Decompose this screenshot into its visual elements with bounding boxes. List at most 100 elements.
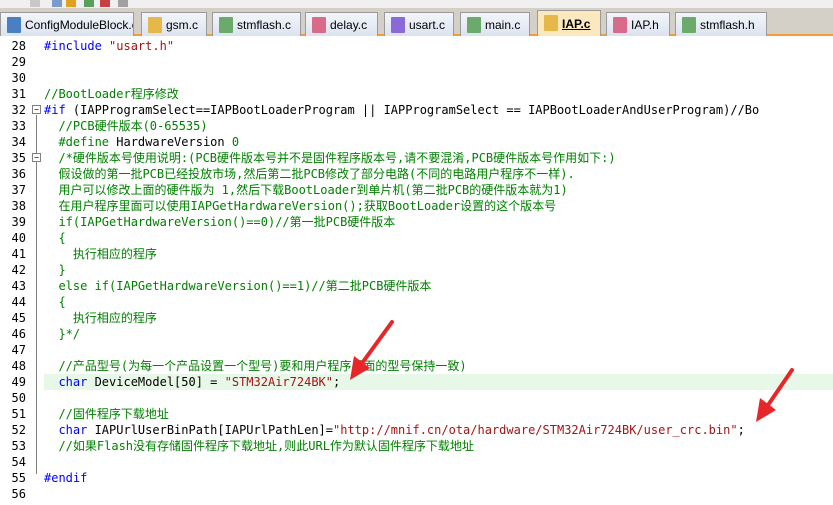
c-file-icon (391, 17, 405, 33)
code-editor[interactable]: #include "usart.h" //BootLoader程序修改 #if … (44, 38, 833, 505)
tab-configmoduleblock-c[interactable]: ConfigModuleBlock.c (0, 12, 134, 36)
h-file-icon (613, 17, 627, 33)
code-line-current: char DeviceModel[50] = "STM32Air724BK"; (44, 374, 833, 390)
line-number: 42 (11, 263, 26, 277)
comment-token: if(IAPGetHardwareVersion()==0)//第一批PCB硬件… (44, 215, 396, 229)
file-tab-bar: ConfigModuleBlock.c gsm.c stmflash.c del… (0, 8, 833, 36)
code-line: } (44, 262, 833, 278)
comment-token: //产品型号(为每一个产品设置一个型号)要和用户程序里面的型号保持一致) (44, 359, 467, 373)
comment-token: //如果Flash没有存储固件程序下载地址,则此URL作为默认固件程序下载地址 (44, 439, 474, 453)
line-number: 29 (11, 55, 26, 69)
comment-token: 执行相应的程序 (44, 311, 157, 325)
toolbar-button-icon[interactable] (30, 0, 40, 7)
comment-token: //PCB硬件版本(0-65535) (44, 119, 208, 133)
code-line: //PCB硬件版本(0-65535) (44, 118, 833, 134)
tab-stmflash-h[interactable]: stmflash.h (675, 12, 767, 36)
toolbar-button-icon[interactable] (100, 0, 110, 7)
comment-token: 假设做的第一批PCB已经投放市场,然后第二批PCB修改了部分电路(不同的电路用户… (44, 167, 575, 181)
code-line: 在用户程序里面可以使用IAPGetHardwareVersion();获取Boo… (44, 198, 833, 214)
comment-token: //固件程序下载地址 (44, 407, 169, 421)
tab-label: IAP.h (631, 17, 659, 32)
code-line: #if (IAPProgramSelect==IAPBootLoaderProg… (44, 102, 833, 118)
line-number: 34 (11, 135, 26, 149)
code-line: //BootLoader程序修改 (44, 86, 833, 102)
red-arrow-annotation-icon (756, 368, 794, 422)
code-line: #include "usart.h" (44, 38, 833, 54)
fold-toggle-icon[interactable]: − (32, 105, 41, 114)
line-number: 36 (11, 167, 26, 181)
tab-iap-h[interactable]: IAP.h (606, 12, 670, 36)
string-token: "http://mnif.cn/ota/hardware/STM32Air724… (333, 423, 738, 437)
code-line: if(IAPGetHardwareVersion()==0)//第一批PCB硬件… (44, 214, 833, 230)
line-number: 43 (11, 279, 26, 293)
line-number: 37 (11, 183, 26, 197)
preprocessor-token: #endif (44, 471, 88, 485)
keyword-token: char (44, 423, 95, 437)
toolbar-button-icon[interactable] (52, 0, 62, 7)
code-line: 执行相应的程序 (44, 310, 833, 326)
preprocessor-token: #if (44, 103, 66, 117)
line-number: 55 (11, 471, 26, 485)
line-number: 44 (11, 295, 26, 309)
line-number: 51 (11, 407, 26, 421)
comment-token: /*硬件版本号使用说明:(PCB硬件版本号并不是固件程序版本号,请不要混淆,PC… (44, 151, 616, 165)
comment-token: 用户可以修改上面的硬件版为 1,然后下载BootLoader到单片机(第二批PC… (44, 183, 568, 197)
code-line: /*硬件版本号使用说明:(PCB硬件版本号并不是固件程序版本号,请不要混淆,PC… (44, 150, 833, 166)
line-number: 52 (11, 423, 26, 437)
toolbar (0, 0, 833, 8)
tab-label: ConfigModuleBlock.c (25, 17, 134, 32)
code-line: #define HardwareVersion 0 (44, 134, 833, 150)
line-number-gutter: 28 29 30 31 32 33 34 35 36 37 38 39 40 4… (0, 38, 44, 505)
line-number: 50 (11, 391, 26, 405)
tab-label: stmflash.c (237, 17, 292, 32)
comment-token: { (44, 295, 66, 309)
line-number: 47 (11, 343, 26, 357)
code-line: { (44, 294, 833, 310)
tab-stmflash-c[interactable]: stmflash.c (212, 12, 301, 36)
line-number: 56 (11, 487, 26, 501)
code-text: IAPUrlUserBinPath[IAPUrlPathLen]= (94, 423, 333, 437)
comment-token: 在用户程序里面可以使用IAPGetHardwareVersion();获取Boo… (44, 199, 557, 213)
string-token: "STM32Air724BK" (224, 375, 333, 389)
comment-token: { (44, 231, 66, 245)
line-number: 39 (11, 215, 26, 229)
line-number: 49 (11, 375, 26, 389)
h-file-icon (682, 17, 696, 33)
line-number: 48 (11, 359, 26, 373)
line-number: 45 (11, 311, 26, 325)
line-number: 35 (11, 151, 26, 165)
string-token: "usart.h" (109, 39, 175, 53)
line-number: 28 (11, 39, 26, 53)
line-number: 30 (11, 71, 26, 85)
tab-usart-c[interactable]: usart.c (384, 12, 454, 36)
preprocessor-token: #define (44, 135, 117, 149)
line-number: 40 (11, 231, 26, 245)
c-file-icon (219, 17, 233, 33)
toolbar-button-icon[interactable] (118, 0, 128, 7)
fold-toggle-icon[interactable]: − (32, 153, 41, 162)
fold-guide (36, 115, 37, 214)
tab-gsm-c[interactable]: gsm.c (141, 12, 207, 36)
comment-token: 执行相应的程序 (44, 247, 157, 261)
tab-label: gsm.c (166, 17, 199, 32)
line-number: 38 (11, 199, 26, 213)
code-line: { (44, 230, 833, 246)
comment-token: }*/ (44, 327, 81, 341)
code-text: (IAPProgramSelect==IAPBootLoaderProgram … (65, 103, 760, 117)
toolbar-button-icon[interactable] (66, 0, 76, 7)
line-number: 33 (11, 119, 26, 133)
red-arrow-annotation-icon (350, 320, 394, 380)
line-number: 46 (11, 327, 26, 341)
tab-delay-c[interactable]: delay.c (305, 12, 378, 36)
line-number: 31 (11, 87, 26, 101)
tab-label: stmflash.h (700, 17, 755, 32)
tab-iap-c[interactable]: IAP.c (537, 10, 601, 36)
tab-main-c[interactable]: main.c (460, 12, 530, 36)
comment-token: //BootLoader程序修改 (44, 87, 179, 101)
code-line: char IAPUrlUserBinPath[IAPUrlPathLen]="h… (44, 422, 833, 438)
c-file-icon (148, 17, 162, 33)
toolbar-button-icon[interactable] (84, 0, 94, 7)
code-line: 假设做的第一批PCB已经投放市场,然后第二批PCB修改了部分电路(不同的电路用户… (44, 166, 833, 182)
code-line: else if(IAPGetHardwareVersion()==1)//第二批… (44, 278, 833, 294)
line-number: 54 (11, 455, 26, 469)
